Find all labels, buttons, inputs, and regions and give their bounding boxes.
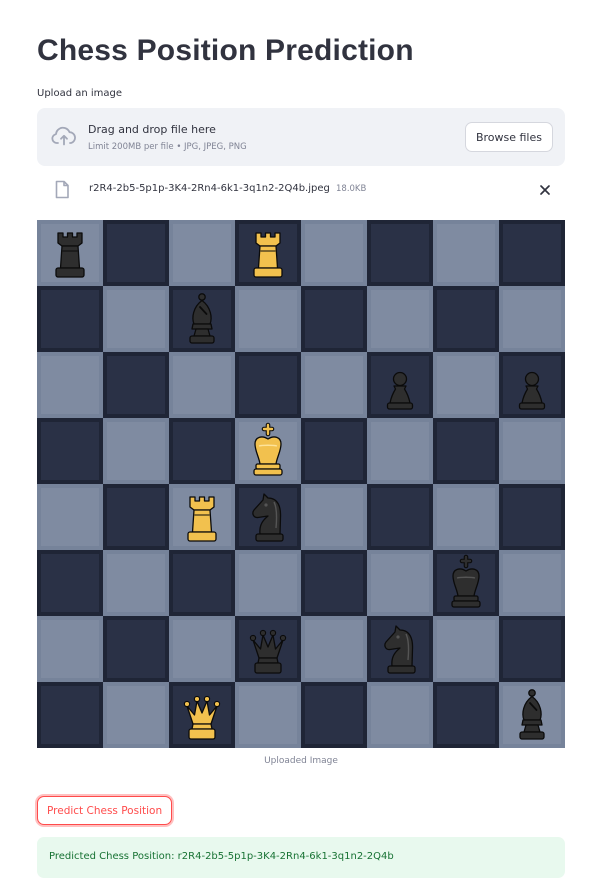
file-name: r2R4-2b5-5p1p-3K4-2Rn4-6k1-3q1n2-2Q4b.jp… <box>89 183 330 194</box>
board-square <box>37 616 103 682</box>
board-square <box>301 484 367 550</box>
cloud-upload-icon <box>51 126 76 146</box>
board-square <box>103 220 169 286</box>
board-square <box>103 484 169 550</box>
board-square <box>367 352 433 418</box>
board-square <box>235 286 301 352</box>
board-square <box>37 418 103 484</box>
board-square <box>169 352 235 418</box>
board-square <box>499 220 565 286</box>
board-square <box>301 550 367 616</box>
black-bishop-icon <box>189 293 215 344</box>
board-square <box>301 220 367 286</box>
board-square <box>433 286 499 352</box>
prediction-result-alert: Predicted Chess Position: r2R4-2b5-5p1p-… <box>37 837 565 878</box>
board-square <box>235 418 301 484</box>
white-king-icon <box>253 422 283 476</box>
board-square <box>367 682 433 748</box>
dropzone-title: Drag and drop file here <box>88 123 216 136</box>
board-square <box>499 682 565 748</box>
image-caption: Uploaded Image <box>264 756 338 766</box>
white-queen-icon <box>183 695 221 740</box>
board-square <box>169 616 235 682</box>
file-size: 18.0KB <box>336 184 367 194</box>
board-square <box>103 682 169 748</box>
file-icon <box>55 180 69 199</box>
board-square <box>367 286 433 352</box>
board-square <box>169 550 235 616</box>
board-square <box>37 286 103 352</box>
board-square <box>499 616 565 682</box>
board-square <box>37 484 103 550</box>
board-square <box>499 484 565 550</box>
board-square <box>235 220 301 286</box>
board-square <box>301 418 367 484</box>
board-square <box>499 352 565 418</box>
board-square <box>367 616 433 682</box>
page-title: Chess Position Prediction <box>37 34 414 67</box>
board-square <box>499 550 565 616</box>
board-square <box>37 550 103 616</box>
board-square <box>169 682 235 748</box>
board-square <box>169 418 235 484</box>
board-square <box>433 682 499 748</box>
board-square <box>103 550 169 616</box>
black-knight-icon <box>252 493 284 542</box>
black-pawn-icon <box>518 371 546 410</box>
board-square <box>37 352 103 418</box>
board-square <box>433 418 499 484</box>
board-square <box>499 286 565 352</box>
prediction-result-text: Predicted Chess Position: r2R4-2b5-5p1p-… <box>49 851 394 862</box>
file-dropzone[interactable]: Drag and drop file here Limit 200MB per … <box>37 108 565 166</box>
black-queen-icon <box>249 629 287 674</box>
board-square <box>235 682 301 748</box>
board-square <box>235 484 301 550</box>
board-square <box>235 550 301 616</box>
board-square <box>433 220 499 286</box>
black-king-icon <box>451 554 481 608</box>
board-square <box>367 220 433 286</box>
board-square <box>37 682 103 748</box>
upload-label: Upload an image <box>37 88 123 99</box>
board-square <box>499 418 565 484</box>
board-square <box>301 286 367 352</box>
predict-chess-position-button[interactable]: Predict Chess Position <box>37 796 173 825</box>
white-rook-icon <box>253 232 283 278</box>
board-square <box>103 616 169 682</box>
board-square <box>433 484 499 550</box>
board-square <box>169 220 235 286</box>
board-square <box>433 352 499 418</box>
board-square <box>367 550 433 616</box>
board-square <box>301 682 367 748</box>
board-square <box>367 484 433 550</box>
browse-files-button[interactable]: Browse files <box>464 122 553 152</box>
dropzone-limit-text: Limit 200MB per file • JPG, JPEG, PNG <box>88 142 247 152</box>
board-square <box>169 484 235 550</box>
board-square <box>367 418 433 484</box>
board-square <box>37 220 103 286</box>
board-square <box>235 616 301 682</box>
board-square <box>103 286 169 352</box>
board-square <box>433 616 499 682</box>
board-square <box>235 352 301 418</box>
uploaded-file-row: r2R4-2b5-5p1p-3K4-2Rn4-6k1-3q1n2-2Q4b.jp… <box>37 174 565 206</box>
board-square <box>301 616 367 682</box>
board-square <box>103 418 169 484</box>
chess-board-image <box>37 220 565 748</box>
black-knight-icon <box>384 625 416 674</box>
black-bishop-icon <box>519 689 545 740</box>
close-icon[interactable] <box>537 182 553 198</box>
board-square <box>301 352 367 418</box>
board-square <box>169 286 235 352</box>
white-rook-icon <box>187 496 217 542</box>
board-square <box>433 550 499 616</box>
black-rook-icon <box>55 232 85 278</box>
board-square <box>103 352 169 418</box>
black-pawn-icon <box>386 371 414 410</box>
